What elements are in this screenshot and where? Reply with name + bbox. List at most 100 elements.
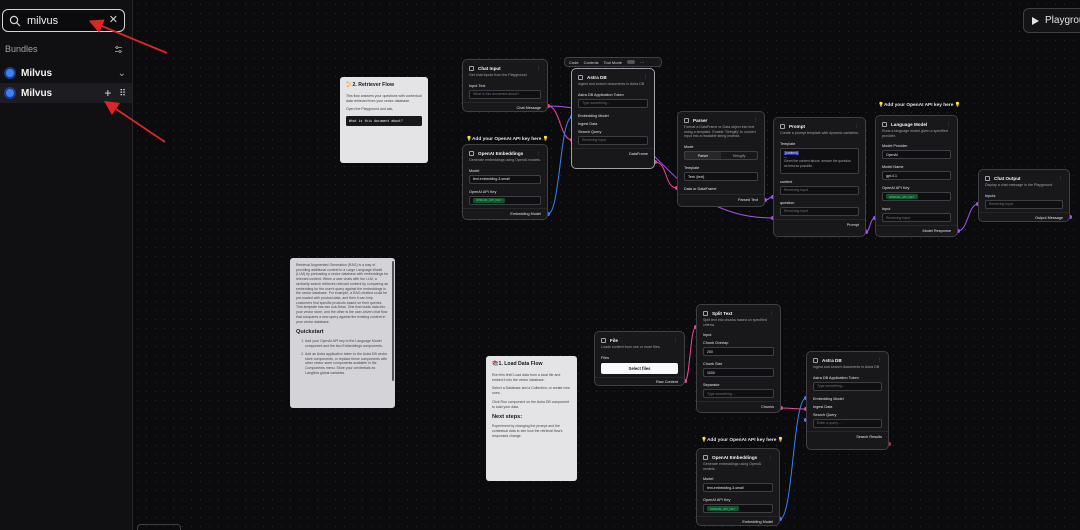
note-text: Select a Database and a Collection, or c… xyxy=(492,386,570,396)
openai-icon xyxy=(469,150,474,156)
chevron-down-icon[interactable]: ⌄ xyxy=(118,68,126,79)
chunk-size-field[interactable]: 1000 xyxy=(703,368,774,378)
context-field[interactable]: Receiving input xyxy=(780,185,859,195)
model-icon xyxy=(882,121,887,127)
model-name-select[interactable]: gpt-4.1 xyxy=(882,171,951,181)
parser-node[interactable]: Parser ⋮ Format a DataFrame or Data objec… xyxy=(677,111,765,207)
milvus-logo-icon xyxy=(6,69,14,77)
output-model-response[interactable]: Model Response xyxy=(876,225,957,236)
template-field[interactable]: Text: {text} xyxy=(684,172,758,182)
braces-icon xyxy=(684,117,689,123)
search-icon xyxy=(9,15,21,26)
tool-mode-toggle[interactable] xyxy=(626,60,635,64)
play-icon xyxy=(1032,16,1039,25)
astra-db-ingest-node[interactable]: Astra DB ⋮ Ingest and search documents in… xyxy=(806,351,889,450)
prompt-node[interactable]: Prompt ⋮ Create a prompt template with dy… xyxy=(773,117,866,237)
output-search-results[interactable]: Search Results xyxy=(807,430,888,442)
split-text-node[interactable]: Split Text ⋮ Split text into chunks based… xyxy=(696,304,781,413)
note-text: This flow answers your questions with co… xyxy=(346,94,422,103)
file-icon xyxy=(601,337,606,343)
retriever-flow-note[interactable]: 📜2. Retriever Flow This flow answers you… xyxy=(340,77,428,163)
note-text: Experiment by changing the prompt and th… xyxy=(492,424,563,438)
output-chunks[interactable]: Chunks xyxy=(697,401,780,412)
chat-output-node[interactable]: Chat Output ⋮ Display a chat message in t… xyxy=(978,169,1070,222)
components-sidebar: ✕ Bundles Milvus ⌄ Milvus + ⠿ xyxy=(0,0,133,530)
add-icon[interactable]: + xyxy=(104,86,111,100)
node-menu-icon[interactable]: ⋮ xyxy=(536,150,541,156)
note-text: Click Run component on the Astra DB comp… xyxy=(492,399,570,409)
output-raw-content[interactable]: Raw Content xyxy=(595,376,684,385)
output-embedding-model[interactable]: Embedding Model xyxy=(697,516,779,525)
inputs-field[interactable]: Receiving input xyxy=(985,199,1063,209)
bundles-label: Bundles xyxy=(5,44,38,54)
node-menu-icon[interactable]: ⋮ xyxy=(877,357,882,363)
node-menu-icon[interactable]: ⋮ xyxy=(769,310,774,316)
code-button[interactable]: Code xyxy=(569,60,579,65)
model-select[interactable]: text-embedding-3-small xyxy=(469,174,541,184)
tab-stringify[interactable]: Stringify xyxy=(721,152,757,159)
node-menu-icon[interactable]: ⋮ xyxy=(643,74,648,80)
provider-select[interactable]: OpenAI xyxy=(882,150,951,160)
output-parsed-text[interactable]: Parsed Text xyxy=(678,194,764,205)
playground-button[interactable]: Playground xyxy=(1023,8,1080,33)
search-field[interactable]: ✕ xyxy=(2,9,125,32)
canvas-controls[interactable] xyxy=(137,524,181,530)
output-chat-message[interactable]: Chat Message xyxy=(463,101,547,111)
note-heading: Quickstart xyxy=(296,329,324,336)
more-icon[interactable]: ⋯ xyxy=(640,60,644,65)
search-query-field[interactable]: Receiving input xyxy=(578,135,648,145)
api-key-hint-1: 💡Add your OpenAI API key here 💡 xyxy=(466,137,549,142)
node-menu-icon[interactable]: ⋮ xyxy=(673,337,678,343)
tab-parser[interactable]: Parser xyxy=(685,152,721,160)
clear-search-icon[interactable]: ✕ xyxy=(109,15,118,26)
openai-embeddings-node[interactable]: OpenAI Embeddings ⋮ Generate embeddings u… xyxy=(462,144,548,220)
openai-icon xyxy=(703,454,708,460)
node-menu-icon[interactable]: ⋮ xyxy=(536,65,541,71)
node-menu-icon[interactable]: ⋮ xyxy=(753,117,758,123)
note-text: Retrieval Augmented Generation (RAG) is … xyxy=(296,263,389,324)
chunk-overlap-field[interactable]: 200 xyxy=(703,347,774,357)
api-key-field[interactable]: OPENAI_API_KEY xyxy=(703,504,773,514)
astra-db-node[interactable]: Astra DB ⋮ Ingest and search documents in… xyxy=(571,68,655,169)
output-message[interactable]: Output Message xyxy=(979,211,1069,221)
search-input[interactable] xyxy=(27,14,107,27)
tool-mode-button[interactable]: Tool Mode xyxy=(603,60,621,65)
model-select[interactable]: text-embedding-3-small xyxy=(703,483,773,493)
node-menu-icon[interactable]: ⋮ xyxy=(768,454,773,460)
language-model-node[interactable]: Language Model ⋮ Runs a language model gi… xyxy=(875,115,958,237)
rag-intro-note[interactable]: Retrieval Augmented Generation (RAG) is … xyxy=(290,258,395,408)
separator-field[interactable]: Type something... xyxy=(703,389,774,399)
file-node[interactable]: File ⋮ Loads content from one or more fil… xyxy=(594,331,685,386)
node-menu-icon[interactable]: ⋮ xyxy=(1058,175,1063,181)
input-text-field[interactable]: What is this document about? xyxy=(469,89,541,99)
astra-token-field[interactable]: Type something... xyxy=(578,98,648,108)
select-files-button[interactable]: Select files xyxy=(601,362,678,374)
question-field[interactable]: Receiving input xyxy=(780,206,859,216)
input-field[interactable]: Receiving input xyxy=(882,213,951,223)
api-key-field[interactable]: OPENAI_API_KEY xyxy=(882,192,951,202)
output-prompt[interactable]: Prompt xyxy=(774,218,865,230)
astra-token-field[interactable]: Type something... xyxy=(813,381,882,391)
chat-input-node[interactable]: Chat Input ⋮ Get chat inputs from the Pla… xyxy=(462,59,548,112)
controls-button[interactable]: Controls xyxy=(584,60,599,65)
search-query-field[interactable]: Enter a query... xyxy=(813,418,882,428)
template-textarea[interactable]: {context} — Given the context above, answe… xyxy=(780,147,859,174)
output-dataframe[interactable]: DataFrame xyxy=(572,147,654,159)
drag-handle-icon[interactable]: ⠿ xyxy=(119,88,126,99)
astra-icon xyxy=(578,74,583,80)
api-key-hint-2: 💡Add your OpenAI API key here 💡 xyxy=(878,103,961,108)
bundle-item-milvus[interactable]: Milvus ⌄ xyxy=(0,63,132,83)
note-code: What is this document about? xyxy=(346,116,422,127)
note-scrollbar[interactable] xyxy=(392,261,394,381)
mode-tabs[interactable]: Parser Stringify xyxy=(684,151,758,161)
node-menu-icon[interactable]: ⋮ xyxy=(946,121,951,127)
chat-icon xyxy=(469,65,474,71)
api-key-field[interactable]: OPENAI_API_KEY xyxy=(469,195,541,205)
output-embedding-model[interactable]: Embedding Model xyxy=(463,207,547,219)
openai-embeddings-ingest-node[interactable]: OpenAI Embeddings ⋮ Generate embeddings u… xyxy=(696,448,780,526)
component-item-milvus[interactable]: Milvus + ⠿ xyxy=(0,83,132,103)
node-menu-icon[interactable]: ⋮ xyxy=(854,123,859,129)
load-data-flow-note[interactable]: 📚1. Load Data Flow Run this first! Load … xyxy=(486,356,577,481)
node-toolbar: Code Controls Tool Mode ⋯ xyxy=(564,57,662,67)
sliders-icon[interactable] xyxy=(114,45,123,54)
